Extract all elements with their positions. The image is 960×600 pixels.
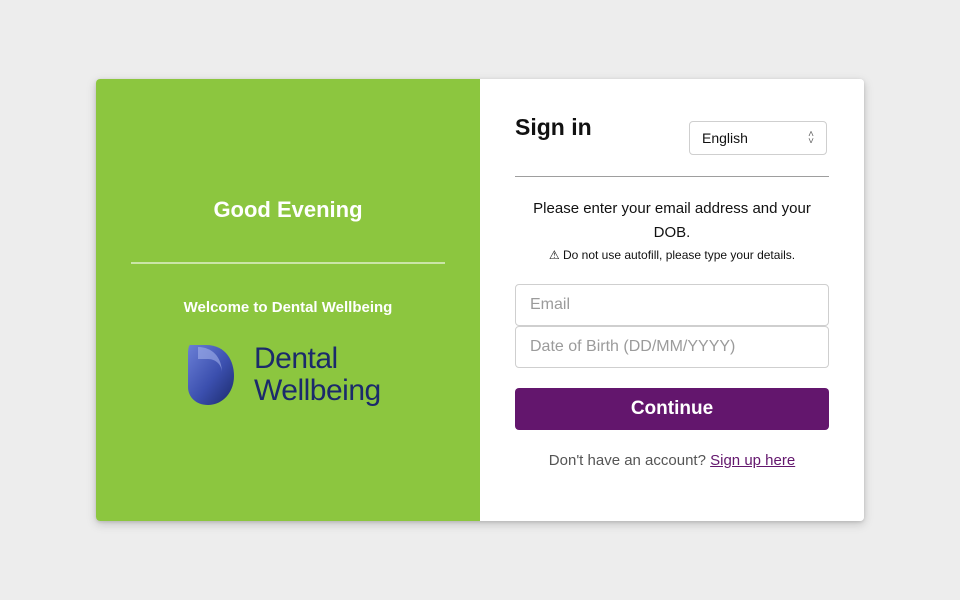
signup-row: Don't have an account? Sign up here <box>515 452 829 469</box>
logo-line-2: Wellbeing <box>254 374 381 407</box>
welcome-text: Welcome to Dental Wellbeing <box>183 299 393 316</box>
chevron-updown-icon: ˄ ˅ <box>808 129 814 147</box>
form-divider <box>515 176 829 177</box>
instructions-text: Please enter your email address and your… <box>533 200 811 241</box>
signin-form-panel: Sign in English ˄ ˅ Please enter your ema… <box>480 79 864 521</box>
email-field[interactable] <box>515 284 829 326</box>
logo-d-icon <box>188 345 234 405</box>
dental-wellbeing-logo: Dental Wellbeing <box>186 341 396 409</box>
welcome-divider <box>131 262 445 264</box>
signup-prompt: Don't have an account? <box>548 452 706 469</box>
welcome-panel: Good Evening Welcome to Dental Wellbeing… <box>96 79 480 521</box>
dob-field[interactable] <box>515 326 829 368</box>
logo-wordmark: Dental Wellbeing <box>254 343 381 407</box>
greeting-heading: Good Evening <box>213 197 363 222</box>
signin-card: Good Evening Welcome to Dental Wellbeing… <box>96 79 864 521</box>
autofill-warning: ⚠ Do not use autofill, please type your … <box>548 248 796 262</box>
continue-button[interactable]: Continue <box>515 388 829 430</box>
language-selected-value: English <box>702 130 748 146</box>
logo-line-1: Dental <box>254 342 338 375</box>
language-select[interactable]: English ˄ ˅ <box>689 121 827 155</box>
signin-title: Sign in <box>515 114 592 140</box>
signup-link[interactable]: Sign up here <box>710 452 795 469</box>
